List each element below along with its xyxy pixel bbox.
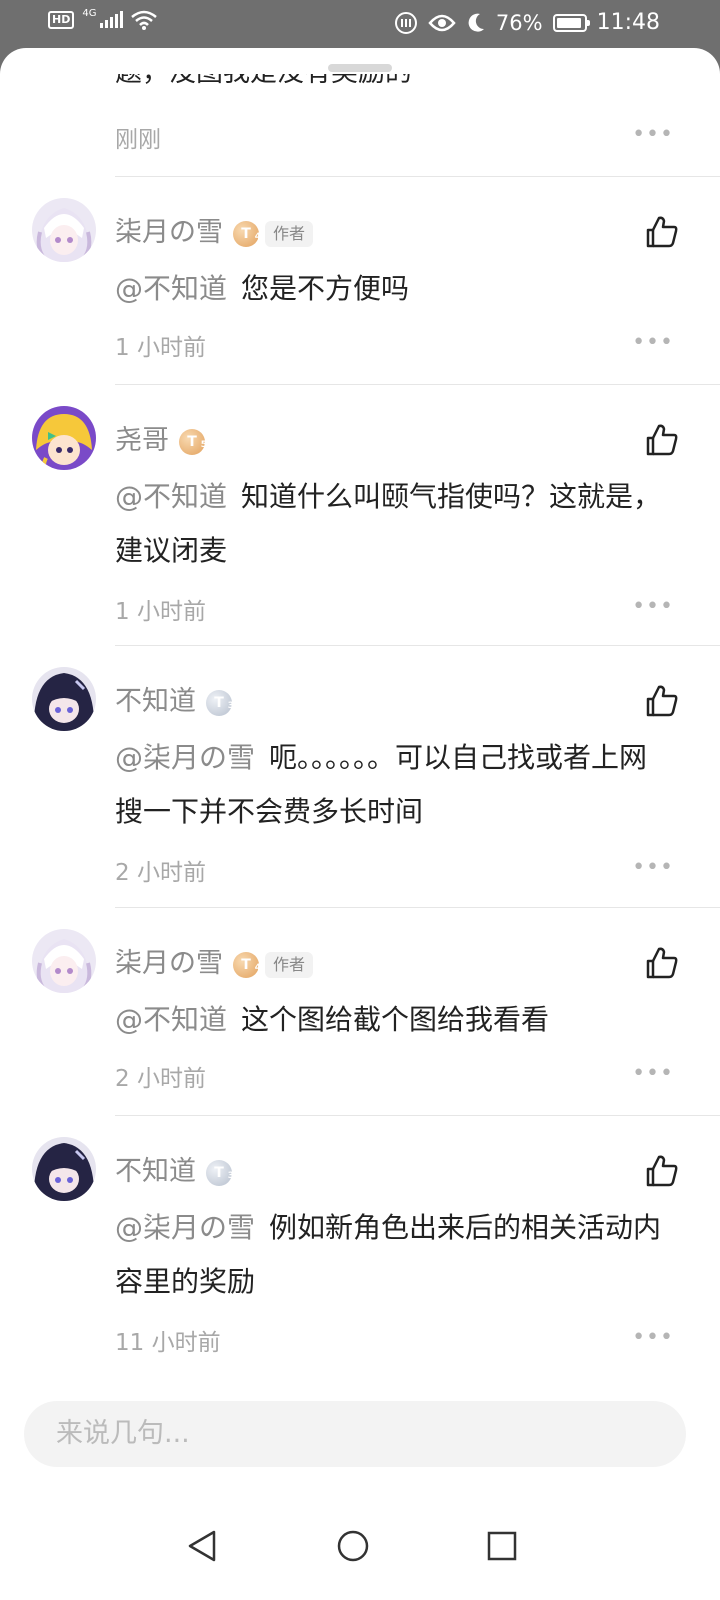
level-badge: T5: [179, 428, 207, 455]
signal-icon: [100, 11, 124, 28]
level-badge: T3: [206, 1159, 234, 1186]
divider: [115, 1115, 720, 1116]
thumbs-up-icon[interactable]: [644, 214, 680, 250]
status-bar: HD 4G 76% 11:48: [0, 0, 720, 48]
level-badge: T3: [206, 689, 234, 716]
thumbs-up-icon[interactable]: [644, 945, 680, 981]
comment-body: @柒月の雪 呃。。。。。。可以自己找或者上网搜一下并不会费多长时间: [115, 741, 648, 828]
author-tag: 作者: [265, 951, 314, 978]
system-nav-bar: [0, 1496, 720, 1600]
recent-square-icon[interactable]: [482, 1526, 522, 1566]
moon-icon: [468, 13, 484, 32]
nfc-icon: [394, 11, 417, 34]
mention-link[interactable]: @不知道: [115, 1003, 227, 1036]
comment-author[interactable]: 尧哥 T 5: [115, 418, 207, 457]
comment-input-placeholder: 来说几句...: [56, 1418, 190, 1449]
author-tag: 作者: [265, 220, 314, 247]
clock: 11:48: [596, 10, 660, 35]
level-badge: T4: [233, 220, 261, 247]
comment-time: 11 小时前: [115, 1330, 221, 1356]
level-badge: T4: [233, 951, 261, 978]
divider: [115, 645, 720, 646]
divider: [115, 907, 720, 908]
truncated-comment-text: 题，没图我是没有奖励的: [115, 74, 412, 96]
comment-author[interactable]: 不知道 T 3: [115, 679, 234, 718]
comment-time: 2 小时前: [115, 1066, 206, 1092]
battery-percent: 76%: [495, 10, 543, 35]
more-dots-icon[interactable]: •••: [632, 855, 674, 880]
wifi-icon: [131, 10, 158, 30]
avatar[interactable]: [32, 929, 96, 993]
comment-body: @不知道 知道什么叫颐气指使吗？这就是，建议闭麦: [115, 480, 662, 567]
avatar[interactable]: [32, 198, 96, 262]
home-circle-icon[interactable]: [333, 1526, 373, 1566]
comment-author[interactable]: 不知道 T 3: [115, 1149, 234, 1188]
comment-input[interactable]: 来说几句...: [24, 1401, 686, 1467]
drag-handle[interactable]: [328, 64, 392, 72]
comment-body: @不知道 这个图给截个图给我看看: [115, 1003, 550, 1036]
comment-body: @不知道 您是不方便吗: [115, 272, 410, 305]
comment-time: 1 小时前: [115, 335, 206, 361]
more-dots-icon[interactable]: •••: [632, 1061, 674, 1086]
mention-link[interactable]: @不知道: [115, 480, 227, 513]
divider: [115, 384, 720, 385]
avatar[interactable]: [32, 1137, 96, 1201]
more-dots-icon[interactable]: •••: [632, 330, 674, 355]
comment-author[interactable]: 柒月の雪 T 4 作者: [115, 210, 314, 249]
thumbs-up-icon[interactable]: [644, 1153, 680, 1189]
comment-body: @柒月の雪 例如新角色出来后的相关活动内容里的奖励: [115, 1211, 662, 1298]
more-dots-icon[interactable]: •••: [632, 1325, 674, 1350]
comments-sheet: 题，没图我是没有奖励的 刚刚 ••• 柒月の雪T4作者 @不知道您是不方便吗: [0, 48, 720, 1600]
hd-icon: HD: [48, 11, 75, 29]
thumbs-up-icon[interactable]: [644, 683, 680, 719]
comment-author[interactable]: 柒月の雪 T 4 作者: [115, 941, 314, 980]
comment-time: 刚刚: [115, 127, 161, 153]
battery-icon: [552, 13, 590, 32]
back-triangle-icon[interactable]: [182, 1526, 222, 1566]
comment-time: 1 小时前: [115, 599, 206, 625]
comment-time: 2 小时前: [115, 860, 206, 886]
mention-link[interactable]: @不知道: [115, 272, 227, 305]
thumbs-up-icon[interactable]: [644, 422, 680, 458]
network-type: 4G: [82, 7, 97, 19]
avatar[interactable]: [32, 406, 96, 470]
avatar[interactable]: [32, 667, 96, 731]
more-dots-icon[interactable]: •••: [632, 594, 674, 619]
eye-comfort-icon: [428, 14, 456, 31]
divider: [115, 176, 720, 177]
more-dots-icon[interactable]: •••: [632, 122, 674, 147]
mention-link[interactable]: @柒月の雪: [115, 1211, 255, 1244]
mention-link[interactable]: @柒月の雪: [115, 741, 255, 774]
